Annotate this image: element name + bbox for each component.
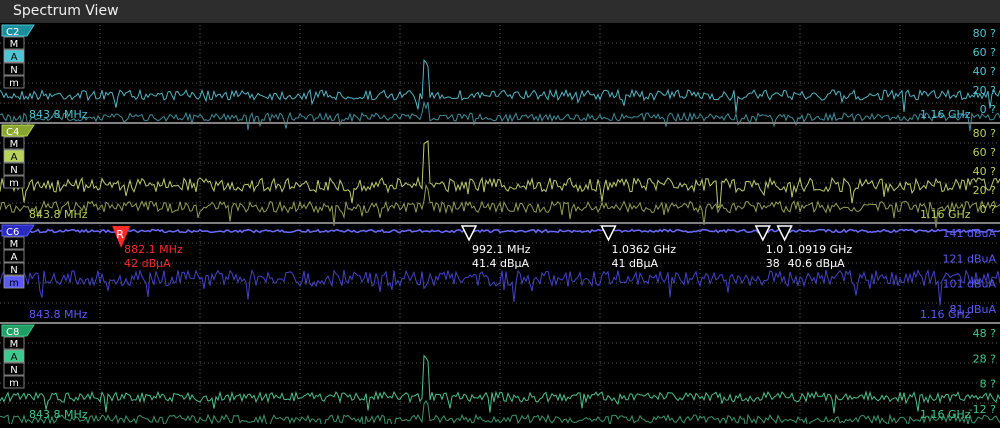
channel-id-label: C6 xyxy=(6,227,19,238)
scale-label: 0 ? xyxy=(980,203,996,216)
scale-label: 60 ? xyxy=(973,46,996,59)
mode-button-label: M xyxy=(10,139,19,150)
marker-frequency: 1.0362 GHz xyxy=(611,243,676,256)
mode-button-label: N xyxy=(10,65,17,76)
mode-button-m-c8[interactable]: m xyxy=(3,375,25,389)
mode-button-N-c2[interactable]: N xyxy=(3,62,25,76)
mode-button-label: M xyxy=(10,239,19,250)
window-title: Spectrum View xyxy=(13,3,119,19)
channel-label-c2[interactable]: C2MANm xyxy=(1,24,35,89)
mode-button-m-c2[interactable]: m xyxy=(3,75,25,89)
start-frequency-label: 843.8 MHz xyxy=(29,108,88,121)
mode-button-N-c6[interactable]: N xyxy=(3,262,25,276)
scale-label: 40 ? xyxy=(973,65,996,78)
scale-label: 141 dBuA xyxy=(942,227,996,240)
marker-triangle[interactable] xyxy=(600,225,617,242)
mode-button-label: m xyxy=(9,378,19,389)
channel-id-label: C8 xyxy=(6,327,19,338)
stop-frequency-label: 1.16 GHz xyxy=(920,108,971,121)
marker-triangle[interactable] xyxy=(460,225,478,242)
marker-amplitude: 41 dBµA xyxy=(611,257,658,270)
marker-amplitude: 40.6 dBµA xyxy=(788,257,846,270)
marker-amplitude: 38 xyxy=(766,257,780,270)
scale-label: 0 ? xyxy=(980,103,996,116)
scale-label: 81 dBuA xyxy=(949,303,996,316)
scale-label: 101 dBuA xyxy=(942,278,996,291)
mode-button-label: N xyxy=(10,265,17,276)
stop-frequency-label: 1.16 GHz xyxy=(920,408,971,421)
trace-c2 xyxy=(0,58,1000,113)
mode-button-label: A xyxy=(11,52,18,63)
mode-button-label: M xyxy=(10,339,19,350)
mode-button-M-c4[interactable]: M xyxy=(3,136,25,150)
scale-label: 48 ? xyxy=(973,327,996,340)
mode-button-label: N xyxy=(10,365,17,376)
mode-button-A-c6[interactable]: A xyxy=(3,249,25,263)
mode-button-label: A xyxy=(11,352,18,363)
marker-frequency: 1.0 xyxy=(766,243,784,256)
marker-3[interactable]: 1.038 xyxy=(754,225,784,270)
channel-panel-c8[interactable]: C8MANm 843.8 MHz 1.16 GHz 48 ? 28 ? 8 ? -12 ? xyxy=(0,322,1000,428)
trace-c2-secondary xyxy=(0,100,1000,132)
marker-amplitude: 41.4 dBµA xyxy=(472,257,530,270)
channel-label-c4[interactable]: C4MANm xyxy=(1,124,35,189)
channel-id-label: C2 xyxy=(6,27,19,38)
start-frequency-label: 843.8 MHz xyxy=(29,308,88,321)
mode-button-m-c4[interactable]: m xyxy=(3,175,25,189)
mode-button-N-c4[interactable]: N xyxy=(3,162,25,176)
marker-label: R xyxy=(116,228,124,241)
channel-panel-c6[interactable]: C6MANm843.8 MHz 1.16 GHz141 dBuA121 dBuA1… xyxy=(0,222,1000,321)
marker-amplitude: 42 dBµA xyxy=(124,257,171,270)
marker-1[interactable]: 992.1 MHz41.4 dBµA xyxy=(460,225,531,270)
trace-c8-secondary xyxy=(0,399,1000,428)
mode-button-A-c4[interactable]: A xyxy=(3,149,25,163)
trace-c6 xyxy=(0,268,1000,306)
mode-button-A-c2[interactable]: A xyxy=(3,49,25,63)
channel-label-c8[interactable]: C8MANm xyxy=(1,324,35,389)
start-frequency-label: 843.8 MHz xyxy=(29,208,88,221)
scale-label: 121 dBuA xyxy=(942,252,996,265)
scale-label: 40 ? xyxy=(973,165,996,178)
scale-label: 20 ? xyxy=(973,84,996,97)
mode-button-label: A xyxy=(11,252,18,263)
trace-c8 xyxy=(0,354,1000,414)
marker-triangle[interactable] xyxy=(776,225,793,242)
spectrum-plot-area[interactable]: C2MANm843.8 MHz 1.16 GHz80 ?60 ?40 ?20 ?0… xyxy=(0,23,1000,428)
scale-label: 80 ? xyxy=(973,27,996,40)
mode-button-M-c6[interactable]: M xyxy=(3,236,25,250)
trace-c4-secondary xyxy=(0,183,1000,228)
mode-button-label: m xyxy=(9,78,19,89)
scale-label: 80 ? xyxy=(973,127,996,140)
mode-button-label: m xyxy=(9,178,19,189)
mode-button-A-c8[interactable]: A xyxy=(3,349,25,363)
mode-button-M-c8[interactable]: M xyxy=(3,336,25,350)
channel-panel-c2[interactable]: C2MANm 843.8 MHz 1.16 GHz 80 ? 60 ? 40 ? 20 ? 0… xyxy=(0,23,1000,132)
scale-label: 28 ? xyxy=(973,352,996,365)
mode-button-label: m xyxy=(9,278,19,289)
mode-button-label: A xyxy=(11,152,18,163)
channel-panel-c4[interactable]: C4MANm 843.8 MHz 1.16 GHz 80 ? 60 ? 40 ? 20 ? 0… xyxy=(0,122,1000,228)
marker-frequency: 1.0919 GHz xyxy=(788,243,853,256)
mode-button-label: M xyxy=(10,39,19,50)
scale-label: -12 ? xyxy=(969,403,996,416)
marker-frequency: 882.1 MHz xyxy=(124,243,183,256)
spectrum-view[interactable]: C2 M A Nm 843.8 MHz 1.16 GHz 80 ? 60 ? 40 ? 20 ? 0… xyxy=(0,23,1000,428)
mode-button-N-c8[interactable]: N xyxy=(3,362,25,376)
mode-button-m-c6[interactable]: m xyxy=(3,275,25,289)
mode-button-label: N xyxy=(10,165,17,176)
start-frequency-label: 843.8 MHz xyxy=(29,408,88,421)
stop-frequency-label: 1.16 GHz xyxy=(920,208,971,221)
channel-id-label: C4 xyxy=(6,127,19,138)
scale-label: 8 ? xyxy=(980,378,996,391)
marker-frequency: 992.1 MHz xyxy=(472,243,531,256)
window-title-bar: Spectrum View xyxy=(0,0,1000,23)
mode-button-M-c2[interactable]: M xyxy=(3,36,25,50)
scale-label: 20 ? xyxy=(973,184,996,197)
scale-label: 60 ? xyxy=(973,146,996,159)
marker-2[interactable]: 1.0362 GHz41 dBµA xyxy=(600,225,676,270)
